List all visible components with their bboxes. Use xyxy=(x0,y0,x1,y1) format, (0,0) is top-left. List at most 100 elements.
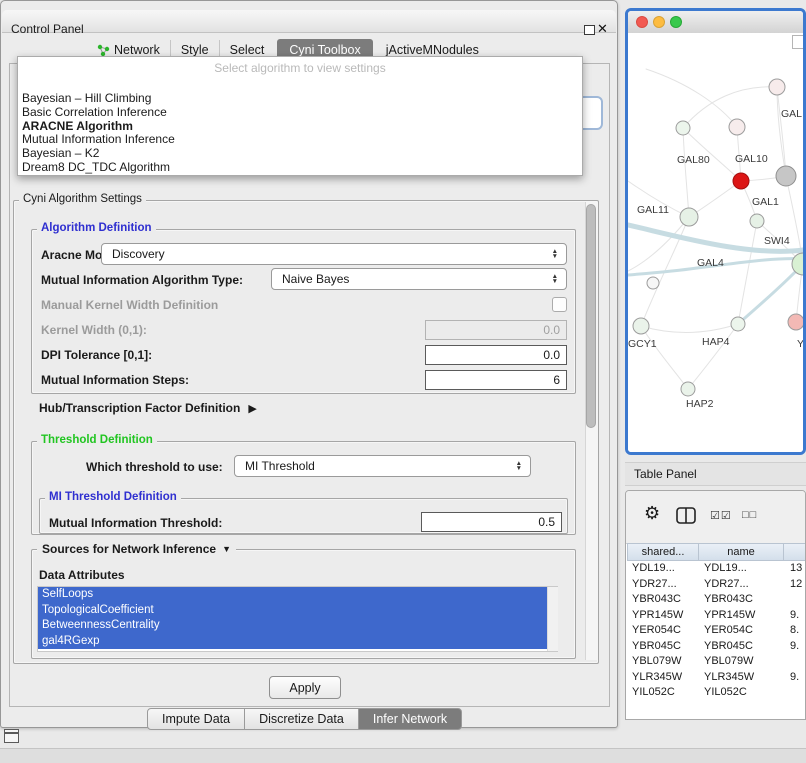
view-corner-widget[interactable] xyxy=(792,35,805,49)
table-row[interactable]: YER054CYER054C8. xyxy=(628,623,806,639)
node-label: SWI4 xyxy=(764,235,790,247)
table-row[interactable]: YBL079WYBL079W xyxy=(628,654,806,670)
network-node[interactable] xyxy=(750,214,764,228)
network-edge[interactable] xyxy=(688,324,738,389)
network-node[interactable] xyxy=(633,318,649,334)
node-label: GAL10 xyxy=(735,153,768,165)
network-node[interactable] xyxy=(676,121,690,135)
mi-algorithm-type-value: Naive Bayes xyxy=(272,272,552,286)
table-row[interactable]: YDL19...YDL19...13 xyxy=(628,561,806,577)
network-edge[interactable] xyxy=(777,87,786,176)
attributes-scrollbar-track[interactable] xyxy=(547,587,558,651)
network-node[interactable] xyxy=(680,208,698,226)
dpi-tolerance-label: DPI Tolerance [0,1]: xyxy=(41,348,152,362)
close-window-icon[interactable]: ✕ xyxy=(597,21,608,37)
mac-zoom-icon[interactable] xyxy=(670,16,682,28)
network-edge[interactable] xyxy=(628,268,697,275)
network-node[interactable] xyxy=(731,317,745,331)
node-label: HAP2 xyxy=(686,398,714,410)
table-cell: YIL052C xyxy=(700,685,786,701)
algorithm-option[interactable]: Bayesian – Hill Climbing xyxy=(20,92,580,106)
node-label: Y xyxy=(797,338,803,350)
threshold-definition-title: Threshold Definition xyxy=(37,434,157,446)
algorithm-option[interactable]: Bayesian – K2 xyxy=(20,147,580,161)
dpi-tolerance-field[interactable]: 0.0 xyxy=(425,345,567,365)
data-attribute-item[interactable]: BetweennessCentrality xyxy=(38,618,550,634)
expanded-arrow-icon[interactable]: ▼ xyxy=(222,544,231,554)
network-node[interactable] xyxy=(788,314,803,330)
tab-label: jActiveMNodules xyxy=(386,43,479,57)
aracne-mode-combobox[interactable]: Discovery ▲▼ xyxy=(101,243,567,265)
deselect-all-icon[interactable]: □□ xyxy=(742,509,757,521)
network-node[interactable] xyxy=(681,382,695,396)
table-panel-header: Table Panel xyxy=(625,462,806,486)
select-all-icon[interactable]: ☑☑ xyxy=(710,509,732,522)
collapsed-arrow-icon[interactable]: ▶ xyxy=(248,402,256,415)
algorithm-option[interactable]: ARACNE Algorithm xyxy=(20,120,580,134)
algorithm-option[interactable]: Mutual Information Inference xyxy=(20,133,580,147)
table-cell: YPR145W xyxy=(700,608,786,624)
network-window-titlebar xyxy=(628,11,803,34)
data-attributes-list[interactable]: SelfLoopsTopologicalCoefficientBetweenne… xyxy=(37,586,558,652)
column-header[interactable] xyxy=(783,543,806,561)
mi-steps-field[interactable]: 6 xyxy=(425,370,567,390)
mi-threshold-label: Mutual Information Threshold: xyxy=(49,516,222,530)
network-node[interactable] xyxy=(729,119,745,135)
manual-kernel-width-checkbox[interactable] xyxy=(552,297,567,312)
table-cell: YBR045C xyxy=(700,639,786,655)
table-header-row[interactable]: shared...name xyxy=(628,543,806,561)
bottom-tab-infer-network[interactable]: Infer Network xyxy=(358,708,462,730)
table-row[interactable]: YDR27...YDR27...12 xyxy=(628,577,806,593)
column-header[interactable]: name xyxy=(698,543,784,561)
table-row[interactable]: YBR043CYBR043C xyxy=(628,592,806,608)
mac-close-icon[interactable] xyxy=(636,16,648,28)
mac-minimize-icon[interactable] xyxy=(653,16,665,28)
aracne-mode-value: Discovery xyxy=(102,247,552,261)
table-cell: YDL19... xyxy=(700,561,786,577)
apply-button[interactable]: Apply xyxy=(269,676,341,699)
table-row[interactable]: YPR145WYPR145W9. xyxy=(628,608,806,624)
table-row[interactable]: YBR045CYBR045C9. xyxy=(628,639,806,655)
node-label: GAL11 xyxy=(637,204,669,216)
table-cell: 13 xyxy=(786,561,806,577)
table-cell: YDR27... xyxy=(700,577,786,593)
mi-threshold-field[interactable]: 0.5 xyxy=(421,512,562,532)
network-node[interactable] xyxy=(776,166,796,186)
sources-group-title[interactable]: Sources for Network Inference ▼ xyxy=(37,542,236,556)
table-row[interactable]: YLR345WYLR345W9. xyxy=(628,670,806,686)
hub-section-label: Hub/Transcription Factor Definition xyxy=(39,401,240,415)
network-node[interactable] xyxy=(769,79,785,95)
table-cell: 12 xyxy=(786,577,806,593)
table-cell: YBR043C xyxy=(628,592,700,608)
column-header[interactable]: shared... xyxy=(627,543,699,561)
network-edge[interactable] xyxy=(683,128,689,217)
network-node[interactable] xyxy=(647,277,659,289)
table-body: YDL19...YDL19...13YDR27...YDR27...12YBR0… xyxy=(628,561,806,701)
column-selector-icon[interactable] xyxy=(676,507,696,529)
data-attribute-item[interactable]: SelfLoops xyxy=(38,587,550,603)
minimized-window-icon[interactable] xyxy=(4,729,19,743)
bottom-tab-impute-data[interactable]: Impute Data xyxy=(147,708,245,730)
data-attribute-item[interactable]: TopologicalCoefficient xyxy=(38,603,550,619)
data-attribute-item[interactable]: gal4RGexp xyxy=(38,634,550,650)
table-row[interactable]: YIL052CYIL052C xyxy=(628,685,806,701)
network-canvas[interactable]: GAL80GAL10GAL11GAL1SWI4GAL4GCY1HAP4HAP2G… xyxy=(628,33,803,452)
algorithm-option[interactable]: Dream8 DC_TDC Algorithm xyxy=(20,161,580,175)
network-tab-icon xyxy=(97,44,110,57)
window-title: Control Panel xyxy=(11,22,84,36)
float-window-icon[interactable] xyxy=(584,25,595,35)
which-threshold-combobox[interactable]: MI Threshold ▲▼ xyxy=(234,455,531,477)
network-edge[interactable] xyxy=(641,324,738,333)
algorithm-option[interactable]: Basic Correlation Inference xyxy=(20,106,580,120)
bottom-tab-discretize-data[interactable]: Discretize Data xyxy=(244,708,359,730)
network-node[interactable] xyxy=(733,173,749,189)
mi-algorithm-type-combobox[interactable]: Naive Bayes ▲▼ xyxy=(271,268,567,290)
mi-steps-label: Mutual Information Steps: xyxy=(41,373,189,387)
hub-transcription-factor-section[interactable]: Hub/Transcription Factor Definition ▶ xyxy=(39,401,257,415)
algorithm-definition-title: Algorithm Definition xyxy=(37,222,156,234)
which-threshold-value: MI Threshold xyxy=(235,459,516,473)
settings-scrollbar-thumb[interactable] xyxy=(586,204,596,428)
gear-icon[interactable]: ⚙ xyxy=(644,503,660,524)
table-panel-title: Table Panel xyxy=(634,467,697,481)
network-edge[interactable] xyxy=(641,326,688,389)
